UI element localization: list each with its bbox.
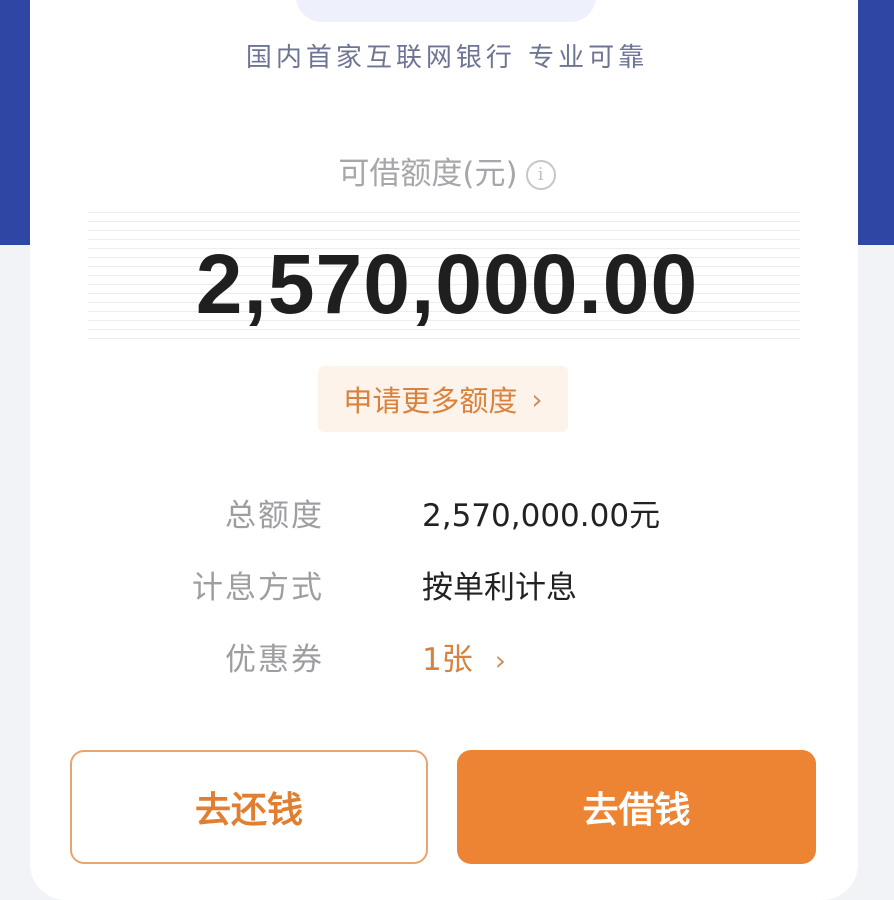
repay-button[interactable]: 去还钱 [70, 750, 428, 864]
coupon-label: 优惠券 [225, 642, 324, 678]
available-amount: 2,570,000.00 [195, 237, 699, 331]
interest-method-value: 按单利计息 [422, 570, 577, 606]
apply-more-label: 申请更多额度 [343, 384, 518, 418]
coupon-link[interactable]: 1张 › [422, 634, 506, 679]
bank-logo [296, 0, 596, 22]
apply-more-quota-button[interactable]: 申请更多额度 › [318, 366, 568, 432]
quota-title-text: 可借额度(元) [338, 156, 518, 192]
coupon-row: 优惠券 1张 › [0, 634, 894, 678]
total-quota-label: 总额度 [225, 498, 324, 534]
info-icon[interactable]: i [525, 160, 556, 190]
coupon-count: 1张 [422, 642, 473, 678]
borrow-button[interactable]: 去借钱 [457, 750, 816, 864]
chevron-right-icon: › [531, 382, 543, 416]
bank-slogan: 国内首家互联网银行 专业可靠 [245, 43, 649, 73]
interest-method-row: 计息方式 按单利计息 [0, 562, 894, 606]
interest-method-label: 计息方式 [192, 570, 324, 606]
chevron-right-icon: › [494, 644, 506, 677]
total-quota-row: 总额度 2,570,000.00元 [0, 490, 894, 534]
total-quota-value: 2,570,000.00元 [422, 498, 661, 534]
quota-title: 可借额度(元) i [0, 148, 894, 193]
